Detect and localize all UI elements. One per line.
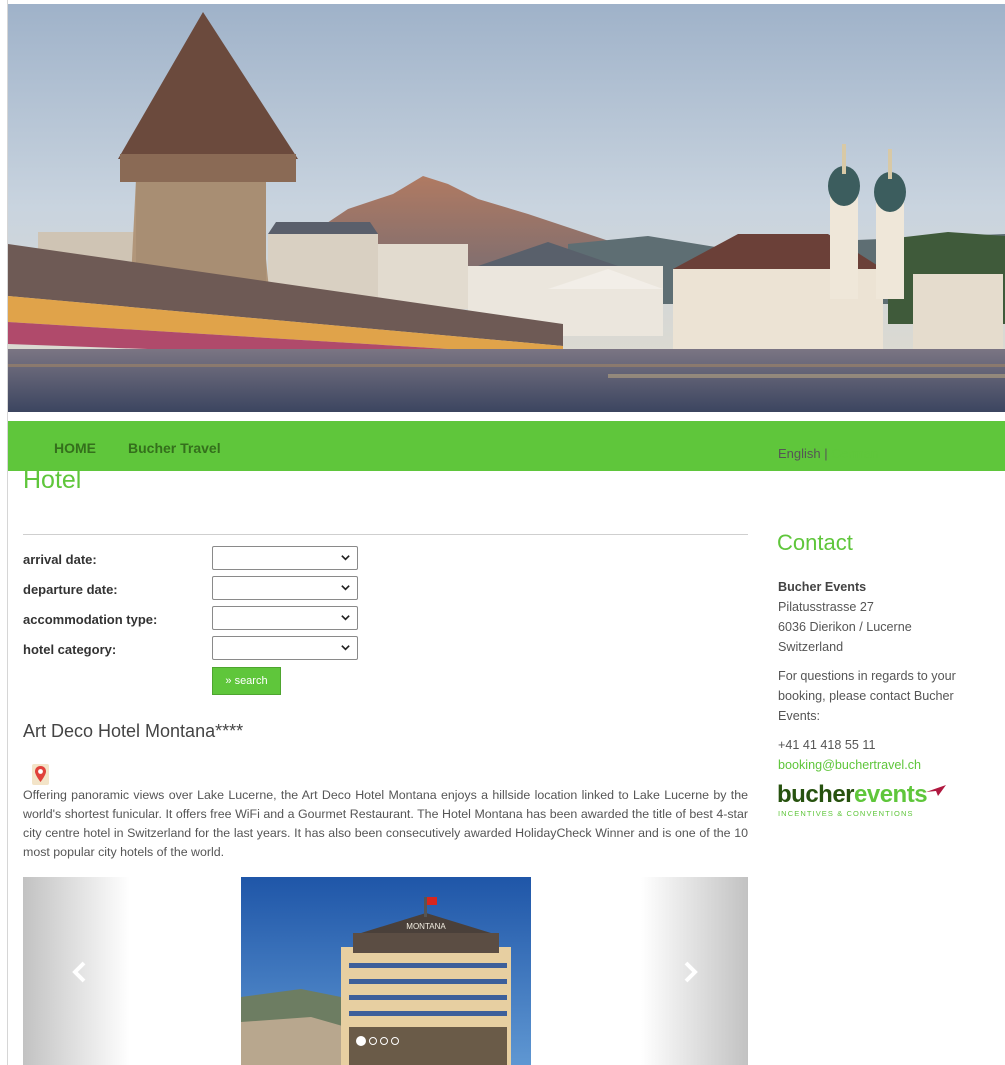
arrival-date-label: arrival date:	[23, 552, 97, 567]
language-separator: |	[824, 446, 828, 461]
contact-note: For questions in regards to your booking…	[778, 669, 956, 723]
hotel-name: Art Deco Hotel Montana****	[23, 721, 244, 741]
logo-swoosh-icon	[926, 785, 946, 796]
logo-tagline: INCENTIVES & CONVENTIONS	[778, 809, 914, 818]
hotel-image-carousel: MONTANA	[23, 877, 748, 1065]
carousel-next-button[interactable]	[641, 877, 748, 1065]
chevron-down-icon	[341, 645, 350, 651]
language-switcher: English | German	[778, 446, 878, 461]
contact-email-link[interactable]: booking@buchertravel.ch	[778, 755, 921, 775]
carousel-indicators	[356, 1032, 402, 1046]
hero-banner-image	[8, 4, 1005, 412]
contact-country: Switzerland	[778, 640, 844, 654]
departure-date-select[interactable]	[212, 576, 358, 600]
search-button[interactable]: » search	[212, 667, 281, 695]
contact-street: Pilatusstrasse 27	[778, 600, 874, 614]
language-english[interactable]: English	[778, 446, 821, 461]
contact-city: 6036 Dierikon / Lucerne	[778, 620, 912, 634]
arrival-date-select[interactable]	[212, 546, 358, 570]
contact-title: Contact	[777, 530, 853, 555]
carousel-dot[interactable]	[369, 1037, 377, 1045]
page-title: Hotel	[23, 466, 82, 494]
chevron-down-icon	[341, 585, 350, 591]
nav-bucher-travel-link[interactable]: Bucher Travel	[128, 440, 221, 456]
nav-home-link[interactable]: HOME	[54, 440, 96, 456]
carousel-dot[interactable]	[391, 1037, 399, 1045]
contact-phone: +41 41 418 55 11	[778, 738, 876, 752]
chevron-down-icon	[341, 555, 350, 561]
hotel-description: Offering panoramic views over Lake Lucer…	[23, 788, 748, 859]
map-pin-icon[interactable]	[31, 763, 50, 786]
chevron-down-icon	[341, 615, 350, 621]
bucher-events-logo: bucherevents INCENTIVES & CONVENTIONS	[777, 781, 947, 823]
accommodation-type-label: accommodation type:	[23, 612, 158, 627]
logo-wordmark: bucherevents	[777, 781, 928, 808]
carousel-dot[interactable]	[380, 1037, 388, 1045]
carousel-dot[interactable]	[356, 1036, 366, 1046]
hotel-category-select[interactable]	[212, 636, 358, 660]
language-german-link[interactable]: German	[831, 446, 878, 461]
chevron-left-icon	[72, 961, 86, 983]
departure-date-label: departure date:	[23, 582, 118, 597]
hotel-sign-text: MONTANA	[406, 922, 446, 931]
chevron-right-icon	[684, 961, 698, 983]
hotel-category-label: hotel category:	[23, 642, 117, 657]
carousel-prev-button[interactable]	[23, 877, 130, 1065]
title-divider	[23, 534, 748, 535]
accommodation-type-select[interactable]	[212, 606, 358, 630]
contact-org-name: Bucher Events	[778, 580, 867, 594]
